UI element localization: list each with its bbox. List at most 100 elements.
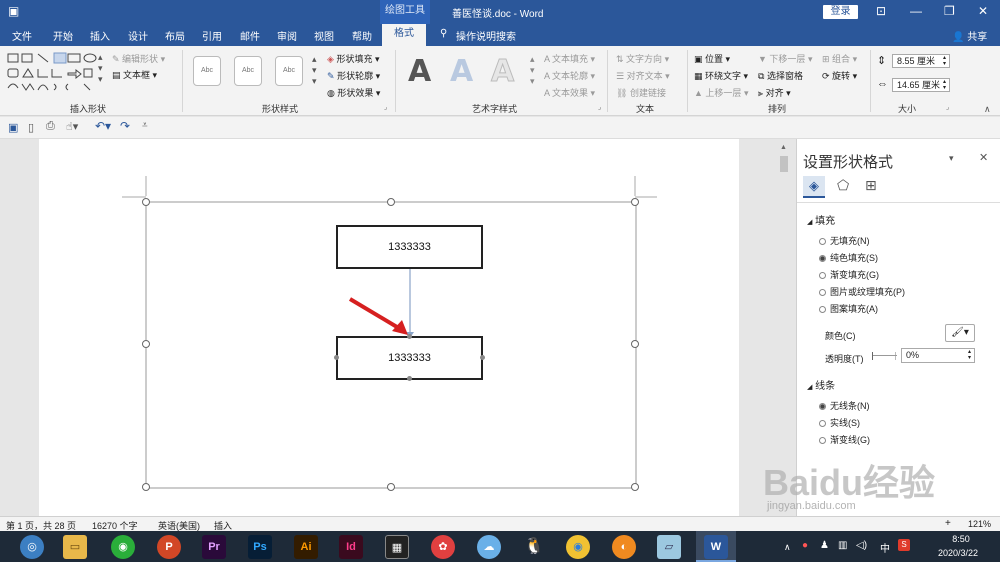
color-picker-button[interactable]: 🖌▾ bbox=[945, 324, 975, 342]
group-label: 组合 bbox=[832, 54, 851, 64]
collapse-icon: ◢ bbox=[807, 219, 813, 226]
radio-icon bbox=[819, 420, 826, 427]
transparency-slider[interactable] bbox=[872, 352, 897, 360]
tray-antivirus-icon[interactable]: ● bbox=[802, 540, 808, 551]
clock-time[interactable]: 8:50 bbox=[943, 534, 979, 544]
format-shape-pane: 设置形状格式 ▾ ✕ ◈ ⬠ ⊞ ◢ 填充 无填充(N) 纯色填充(S) 渐变填… bbox=[763, 139, 1000, 516]
resize-handle[interactable] bbox=[142, 198, 150, 206]
app-bird-icon[interactable]: ☁ bbox=[477, 535, 501, 559]
radio-icon bbox=[819, 437, 826, 444]
close-icon[interactable]: ✕ bbox=[978, 4, 988, 18]
tray-expand-icon[interactable]: ∧ bbox=[784, 542, 791, 553]
transparency-field[interactable]: 0% ▴ ▾ bbox=[901, 348, 975, 363]
rotate-label: 旋转 bbox=[832, 71, 851, 81]
fill-option-label: 渐变填充(G) bbox=[830, 270, 879, 280]
photoshop-icon[interactable]: Ps bbox=[248, 535, 272, 559]
scroll-up-icon[interactable]: ▲ bbox=[780, 144, 787, 151]
group-label-size: 大小 bbox=[898, 104, 917, 114]
tray-volume-icon[interactable]: ◁) bbox=[856, 540, 867, 551]
fill-option-none[interactable]: 无填充(N) bbox=[819, 234, 870, 247]
wechat-icon[interactable]: ◉ bbox=[111, 535, 135, 559]
app-orange-icon[interactable]: ◐ bbox=[612, 535, 636, 559]
minimize-icon[interactable]: — bbox=[910, 4, 922, 18]
baidu-watermark: Baidu经验 bbox=[763, 462, 936, 503]
tray-network-icon[interactable]: ▥ bbox=[838, 540, 847, 551]
fill-option-pattern[interactable]: 图案填充(A) bbox=[819, 302, 878, 315]
annotation-arrow-shaft bbox=[348, 297, 404, 332]
indesign-icon[interactable]: Id bbox=[339, 535, 363, 559]
resize-handle[interactable] bbox=[631, 198, 639, 206]
video-editor-icon[interactable]: ▦ bbox=[385, 535, 409, 559]
flowchart-box-bottom[interactable]: 1333333 bbox=[336, 336, 483, 380]
resize-handle[interactable] bbox=[387, 483, 395, 491]
clock-date[interactable]: 2020/3/22 bbox=[938, 548, 978, 558]
ribbon-display-icon[interactable]: ⊡ bbox=[876, 4, 886, 18]
zoom-in-icon[interactable]: + bbox=[945, 518, 951, 529]
fill-option-picture[interactable]: 图片或纹理填充(P) bbox=[819, 285, 905, 298]
pane-options-icon[interactable]: ▾ bbox=[949, 153, 954, 164]
zoom-level[interactable]: 121% bbox=[968, 519, 991, 529]
pane-close-icon[interactable]: ✕ bbox=[979, 151, 988, 164]
fill-option-label: 纯色填充(S) bbox=[830, 253, 878, 263]
fill-option-label: 无填充(N) bbox=[830, 236, 870, 246]
height-icon: ⇕ bbox=[877, 55, 887, 67]
transparency-label: 透明度(T) bbox=[825, 354, 864, 364]
connection-point[interactable] bbox=[407, 376, 412, 381]
qq-icon[interactable]: 🐧 bbox=[522, 535, 546, 559]
tray-qq-icon[interactable]: ♟ bbox=[820, 540, 829, 551]
word-taskbar-button[interactable]: W bbox=[696, 531, 736, 562]
line-option-none[interactable]: 无线条(N) bbox=[819, 399, 870, 412]
shape-width-field[interactable]: 14.65 厘米 ▴ ▾ bbox=[892, 78, 950, 92]
radio-selected-icon bbox=[819, 403, 826, 410]
resize-handle[interactable] bbox=[142, 483, 150, 491]
radio-icon bbox=[819, 306, 826, 313]
line-option-gradient[interactable]: 渐变线(G) bbox=[819, 433, 870, 446]
group-button[interactable]: ⊞ 组合 ▾ bbox=[822, 52, 857, 65]
maximize-icon[interactable]: ❐ bbox=[944, 4, 955, 18]
fill-section-header[interactable]: ◢ 填充 bbox=[807, 212, 835, 227]
shape-height-field[interactable]: 8.55 厘米 ▴ ▾ bbox=[892, 54, 950, 68]
premiere-icon[interactable]: Pr bbox=[202, 535, 226, 559]
fill-line-tab-icon[interactable]: ◈ bbox=[803, 176, 825, 198]
resize-handle[interactable] bbox=[142, 340, 150, 348]
line-section-header[interactable]: ◢ 线条 bbox=[807, 377, 835, 392]
powerpoint-icon[interactable]: P bbox=[157, 535, 181, 559]
pane-title: 设置形状格式 bbox=[803, 154, 894, 171]
spinner-arrows-icon[interactable]: ▴ ▾ bbox=[968, 349, 971, 361]
flowchart-box-top[interactable]: 1333333 bbox=[336, 225, 483, 269]
layout-properties-tab-icon[interactable]: ⊞ bbox=[865, 177, 877, 194]
scrollbar-thumb[interactable] bbox=[780, 156, 788, 172]
collapse-ribbon-icon[interactable]: ∧ bbox=[984, 104, 991, 115]
baidu-watermark-url: jingyan.baidu.com bbox=[767, 500, 856, 512]
connection-point[interactable] bbox=[334, 355, 339, 360]
resize-handle[interactable] bbox=[631, 483, 639, 491]
resize-handle[interactable] bbox=[631, 340, 639, 348]
connection-point[interactable] bbox=[407, 334, 412, 339]
fill-option-solid[interactable]: 纯色填充(S) bbox=[819, 251, 878, 264]
line-option-solid[interactable]: 实线(S) bbox=[819, 416, 860, 429]
media-app-icon[interactable]: ✿ bbox=[431, 535, 455, 559]
resize-handle[interactable] bbox=[387, 198, 395, 206]
illustrator-icon[interactable]: Ai bbox=[294, 535, 318, 559]
dialog-launcher-icon[interactable]: ⌟ bbox=[946, 103, 949, 111]
fill-option-gradient[interactable]: 渐变填充(G) bbox=[819, 268, 879, 281]
status-bar: 第 1 页，共 28 页 16270 个字 英语(美国) 插入 + 121% bbox=[0, 516, 1000, 531]
spinner-arrows-icon[interactable]: ▴ ▾ bbox=[943, 79, 946, 91]
tray-sogou-icon[interactable]: S bbox=[898, 539, 910, 551]
separator bbox=[870, 50, 871, 112]
spinner-arrows-icon[interactable]: ▴ ▾ bbox=[943, 55, 946, 67]
connection-point[interactable] bbox=[480, 355, 485, 360]
login-button[interactable]: 登录 bbox=[823, 5, 858, 19]
app-notepad-icon[interactable]: ▱ bbox=[657, 535, 681, 559]
rotate-button[interactable]: ⟳ 旋转 ▾ bbox=[822, 69, 857, 82]
tray-ime[interactable]: 中 bbox=[880, 540, 890, 555]
chrome-icon[interactable]: ◉ bbox=[566, 535, 590, 559]
start-browser-icon[interactable]: ◎ bbox=[20, 535, 44, 559]
effects-tab-icon[interactable]: ⬠ bbox=[837, 177, 849, 194]
line-option-label: 实线(S) bbox=[830, 418, 860, 428]
share-button[interactable]: 👤 共享 bbox=[952, 28, 987, 43]
share-label: 共享 bbox=[967, 32, 988, 43]
radio-icon bbox=[819, 272, 826, 279]
file-explorer-icon[interactable]: ▭ bbox=[63, 535, 87, 559]
width-icon: ⇔ bbox=[877, 78, 888, 90]
